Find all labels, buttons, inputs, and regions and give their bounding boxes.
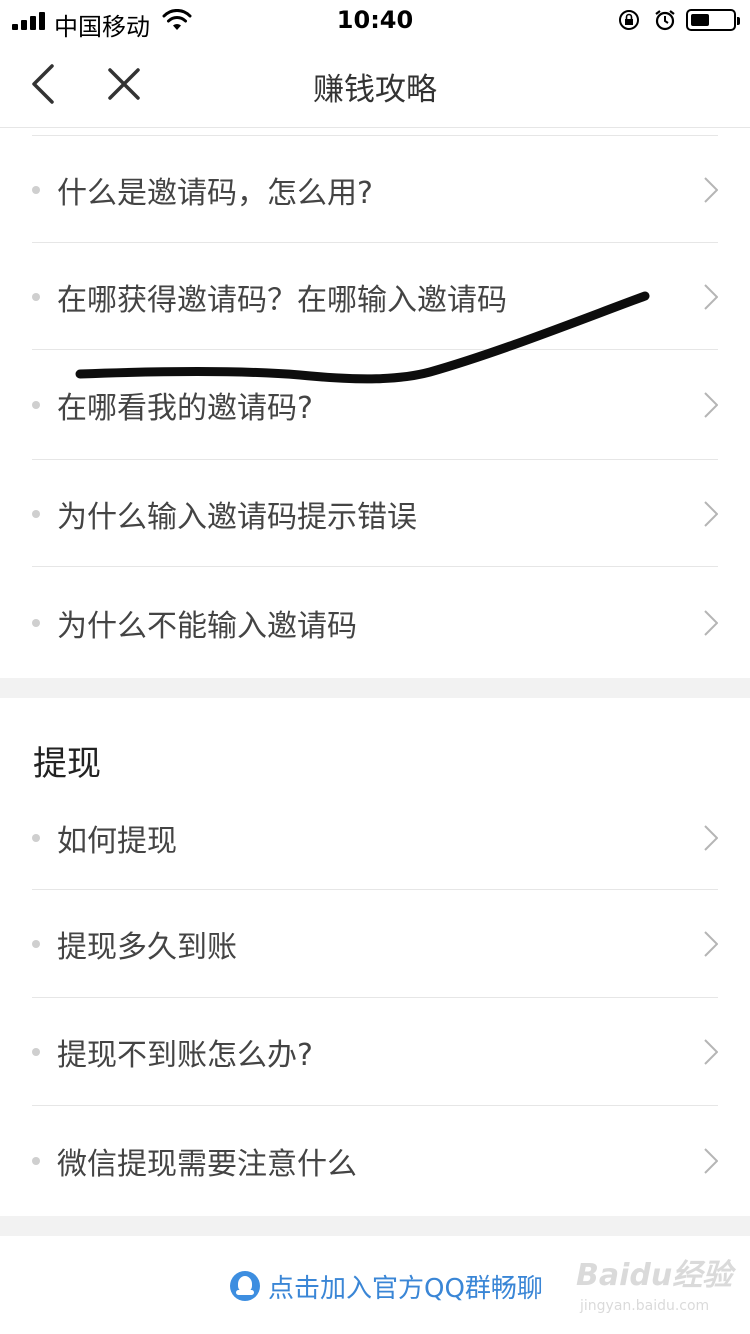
faq-item-label: 为什么输入邀请码提示错误: [57, 499, 417, 535]
page-title: 赚钱攻略: [313, 72, 437, 108]
faq-item-label: 在哪获得邀请码？在哪输入邀请码: [57, 282, 507, 318]
section-title-withdraw: 提现: [33, 744, 101, 784]
baidu-jingyan-watermark: Baidu经验 jingyan.baidu.com: [576, 1250, 736, 1326]
chevron-right-icon: [704, 500, 718, 527]
faq-item-label: 为什么不能输入邀请码: [57, 608, 357, 644]
chevron-right-icon: [704, 824, 718, 851]
bullet-dot: [32, 833, 40, 842]
chevron-right-icon: [704, 176, 718, 203]
battery-icon: [686, 9, 740, 31]
faq-item-cannot-enter-invite-code[interactable]: 为什么不能输入邀请码: [0, 567, 750, 678]
chevron-right-icon: [704, 609, 718, 636]
faq-item-where-get-invite-code[interactable]: 在哪获得邀请码？在哪输入邀请码: [0, 243, 750, 350]
chevron-right-icon: [704, 1039, 718, 1065]
bullet-dot: [32, 509, 40, 518]
bullet-dot: [32, 185, 40, 194]
faq-item-label: 提现多久到账: [57, 930, 237, 965]
faq-item-withdraw-not-received[interactable]: 提现不到账怎么办?: [0, 998, 750, 1106]
watermark-brand: Baidu经验: [576, 1258, 733, 1293]
section-separator: [0, 1216, 750, 1236]
chevron-right-icon: [704, 931, 718, 957]
bullet-dot: [32, 1048, 40, 1056]
chevron-right-icon: [704, 392, 718, 418]
faq-item-invite-code-error[interactable]: 为什么输入邀请码提示错误: [0, 460, 750, 567]
faq-item-withdraw-arrival-time[interactable]: 提现多久到账: [0, 890, 750, 998]
status-bar: 中国移动 10:40: [0, 0, 750, 41]
faq-item-wechat-withdraw-notes[interactable]: 微信提现需要注意什么: [0, 1106, 750, 1216]
watermark-url: jingyan.baidu.com: [580, 1298, 710, 1314]
bullet-dot: [32, 401, 40, 409]
nav-bar: 赚钱攻略: [0, 40, 750, 128]
bullet-dot: [32, 1157, 40, 1165]
qq-penguin-icon: [230, 1271, 260, 1301]
faq-item-label: 什么是邀请码，怎么用?: [57, 175, 373, 211]
bullet-dot: [32, 618, 40, 627]
faq-item-label: 在哪看我的邀请码?: [57, 391, 313, 426]
faq-item-label: 微信提现需要注意什么: [57, 1147, 357, 1182]
alarm-icon: [655, 10, 675, 31]
rotation-lock-icon: [619, 10, 639, 30]
faq-item-label: 提现不到账怎么办?: [57, 1038, 313, 1073]
faq-item-label: 如何提现: [57, 823, 177, 859]
join-qq-group-text: 点击加入官方QQ群畅聊: [268, 1273, 543, 1304]
faq-item-view-my-invite-code[interactable]: 在哪看我的邀请码?: [0, 350, 750, 460]
faq-item-invite-code-usage[interactable]: 什么是邀请码，怎么用?: [0, 136, 750, 243]
faq-item-how-to-withdraw[interactable]: 如何提现: [0, 785, 750, 890]
section-separator: [0, 678, 750, 698]
chevron-right-icon: [704, 283, 718, 310]
bullet-dot: [32, 292, 40, 301]
battery-fill: [691, 14, 709, 26]
join-qq-group-link[interactable]: 点击加入官方QQ群畅聊: [230, 1268, 543, 1304]
chevron-right-icon: [704, 1148, 718, 1174]
bullet-dot: [32, 940, 40, 948]
